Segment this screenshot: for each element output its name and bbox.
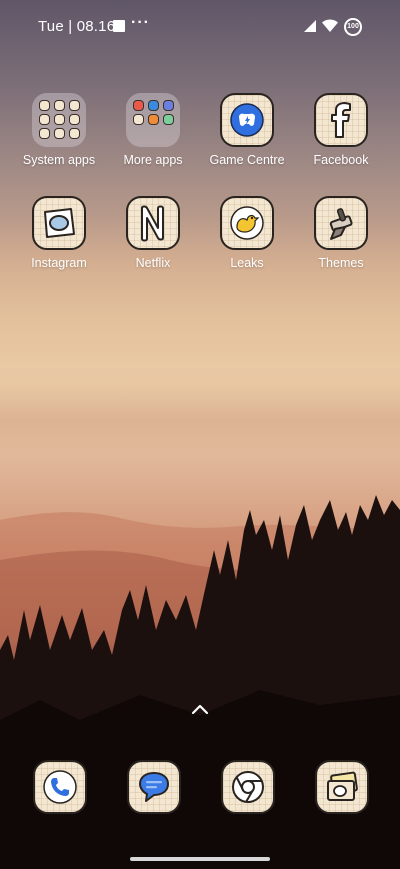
notification-square-icon <box>113 20 125 32</box>
app-system-apps[interactable]: System apps <box>12 93 106 167</box>
status-bar: Tue | 08.16 ··· 100 <box>0 0 400 54</box>
netflix-icon <box>126 196 180 250</box>
facebook-icon <box>314 93 368 147</box>
app-label: More apps <box>123 153 183 167</box>
dock-app-phone[interactable] <box>33 760 87 814</box>
app-label: Facebook <box>313 153 369 167</box>
more-notifications-icon: ··· <box>131 14 150 31</box>
dock-app-chrome[interactable] <box>221 760 275 814</box>
folder-icon <box>126 93 180 147</box>
app-label: Game Centre <box>209 153 285 167</box>
wallpaper-haze <box>0 385 400 455</box>
gesture-navigation-bar[interactable] <box>130 857 270 861</box>
app-more-apps[interactable]: More apps <box>106 93 200 167</box>
app-drawer-chevron-up-icon[interactable] <box>190 702 210 716</box>
signal-icon <box>304 20 316 32</box>
app-label: Instagram <box>31 256 87 270</box>
battery-icon: 100 <box>344 18 362 36</box>
chrome-icon <box>221 760 275 814</box>
brush-icon <box>314 196 368 250</box>
phone-icon <box>33 760 87 814</box>
messages-icon <box>127 760 181 814</box>
app-netflix[interactable]: Netflix <box>106 196 200 270</box>
instagram-icon <box>32 196 86 250</box>
app-leaks[interactable]: Leaks <box>200 196 294 270</box>
app-instagram[interactable]: Instagram <box>12 196 106 270</box>
app-themes[interactable]: Themes <box>294 196 388 270</box>
wifi-icon <box>322 19 338 32</box>
app-label: Netflix <box>135 256 171 270</box>
app-label: Themes <box>318 256 364 270</box>
status-time: Tue | 08.16 <box>38 18 116 35</box>
gallery-icon <box>315 760 369 814</box>
dock-app-messages[interactable] <box>127 760 181 814</box>
app-label: Leaks <box>230 256 264 270</box>
app-facebook[interactable]: Facebook <box>294 93 388 167</box>
folder-icon <box>32 93 86 147</box>
gamepad-icon <box>220 93 274 147</box>
app-game-centre[interactable]: Game Centre <box>200 93 294 167</box>
bird-icon <box>220 196 274 250</box>
dock-app-gallery[interactable] <box>315 760 369 814</box>
app-label: System apps <box>22 153 96 167</box>
